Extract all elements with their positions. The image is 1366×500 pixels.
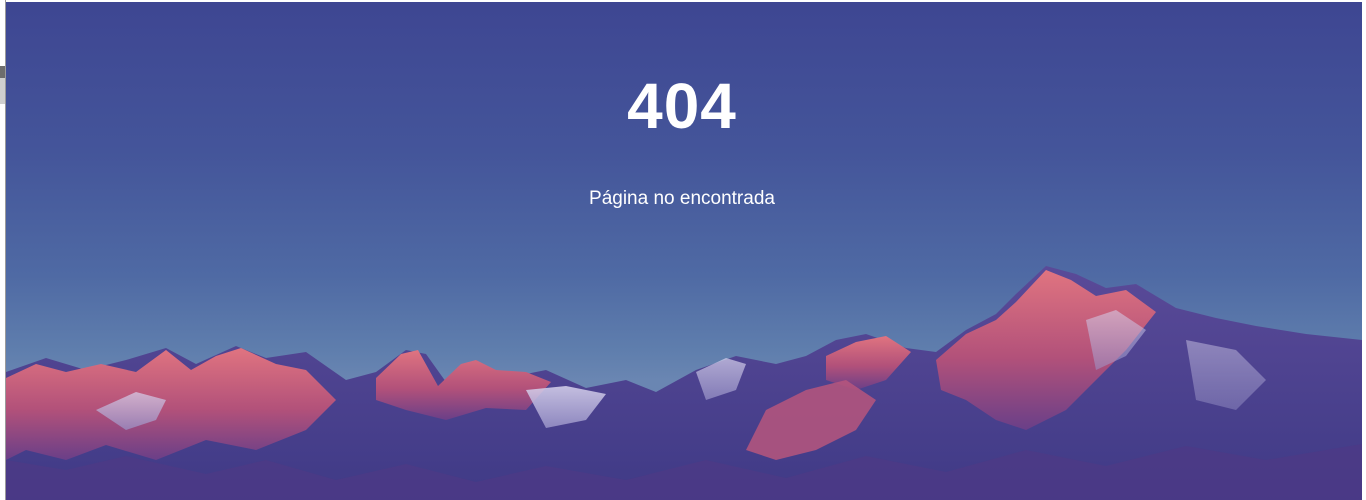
- mountain-landscape-image: [6, 266, 1362, 500]
- error-message: Página no encontrada: [589, 188, 775, 209]
- browser-edge-notch-light: [0, 78, 5, 104]
- mountain-background: 404 Página no encontrada: [6, 2, 1362, 500]
- error-page: 404 Página no encontrada: [0, 0, 1366, 500]
- browser-edge-notch: [0, 66, 5, 78]
- error-code-heading: 404: [627, 70, 737, 142]
